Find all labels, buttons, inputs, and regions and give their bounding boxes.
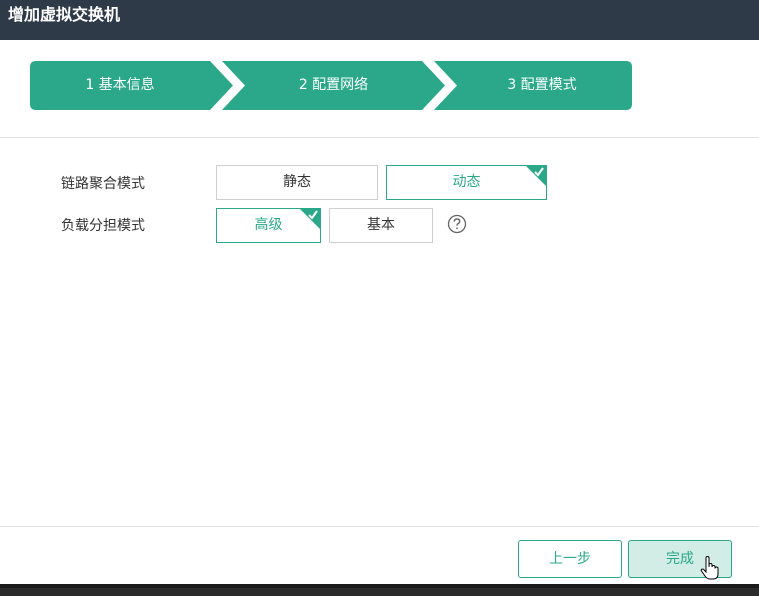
option-label: 基本 (367, 217, 395, 233)
previous-step-button[interactable]: 上一步 (518, 540, 622, 578)
dialog-title: 增加虚拟交换机 (0, 0, 759, 40)
checkmark-icon (534, 167, 544, 177)
load-balancing-basic-option[interactable]: 基本 (329, 208, 433, 243)
step-progress: 1 基本信息 2 配置网络 3 配置模式 (30, 61, 632, 110)
footer-divider (0, 526, 759, 527)
link-aggregation-dynamic-option[interactable]: 动态 (386, 165, 547, 200)
step-2-config-network: 2 配置网络 (298, 77, 369, 93)
checkmark-icon (308, 210, 318, 220)
taskbar-strip (0, 584, 759, 596)
link-aggregation-label: 链路聚合模式 (61, 176, 145, 192)
hand-cursor-icon (700, 556, 719, 580)
divider (0, 137, 759, 138)
option-label: 高级 (254, 217, 283, 233)
link-aggregation-static-option[interactable]: 静态 (216, 165, 378, 200)
load-balancing-advanced-option[interactable]: 高级 (216, 208, 321, 243)
step-1-basic-info: 1 基本信息 (85, 77, 155, 93)
option-label: 静态 (283, 174, 311, 190)
step-3-config-mode: 3 配置模式 (507, 77, 577, 93)
question-circle-icon[interactable] (447, 214, 467, 234)
option-label: 动态 (452, 174, 481, 190)
taskbar-strip-edge (0, 584, 759, 588)
load-balancing-label: 负载分担模式 (61, 218, 145, 234)
